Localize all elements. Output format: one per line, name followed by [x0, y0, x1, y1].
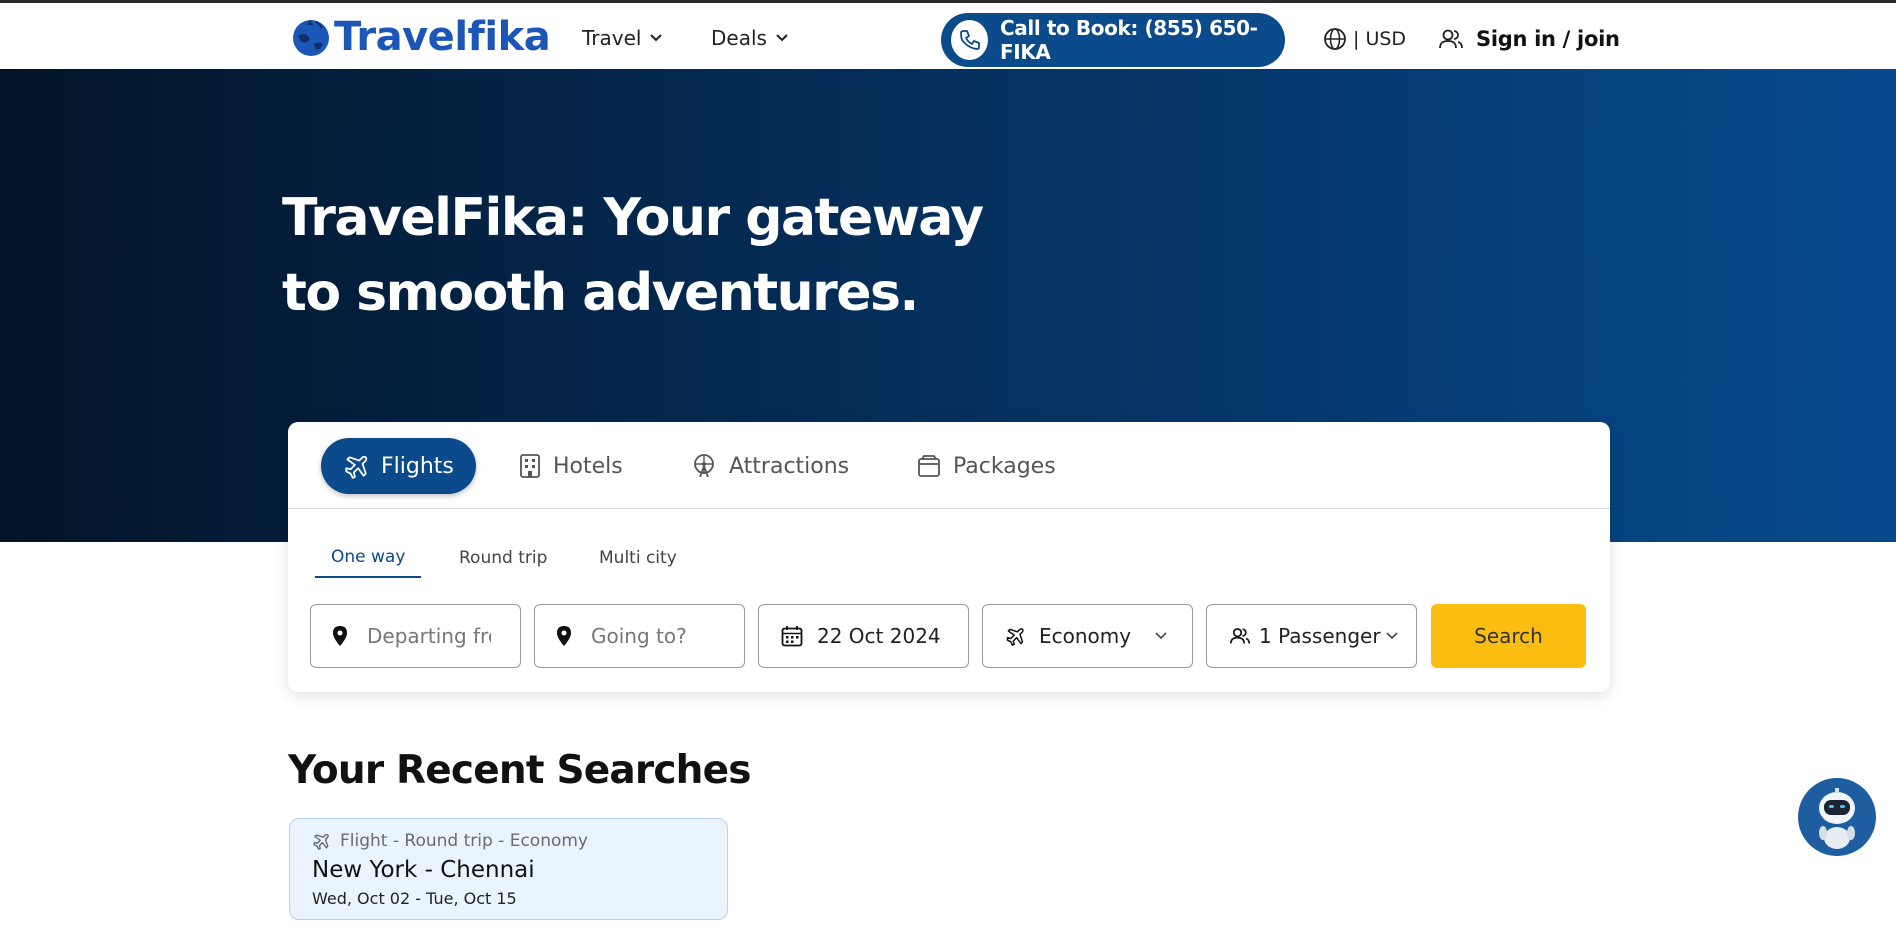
- tab-packages[interactable]: Packages: [917, 438, 1056, 494]
- globe-icon: [1324, 28, 1346, 50]
- recent-searches-title: Your Recent Searches: [288, 748, 752, 793]
- tab-attractions[interactable]: Attractions: [691, 438, 849, 494]
- date-value: 22 Oct 2024: [817, 624, 941, 648]
- building-icon: [520, 454, 540, 478]
- nav-deals-menu[interactable]: Deals: [711, 23, 789, 53]
- nav-travel-label: Travel: [582, 26, 642, 50]
- departing-from-placeholder: Departing from: [367, 624, 491, 648]
- departing-from-input[interactable]: Departing from: [310, 604, 521, 668]
- recent-search-type-label: Flight - Round trip - Economy: [340, 831, 588, 851]
- globe-logo-icon: [293, 20, 329, 56]
- trip-type-one-way[interactable]: One way: [315, 538, 422, 578]
- chevron-down-icon: [1385, 632, 1398, 640]
- sign-in-button[interactable]: Sign in / join: [1438, 25, 1620, 53]
- location-pin-icon: [333, 626, 347, 646]
- chevron-down-icon: [650, 34, 663, 42]
- passengers-value: 1 Passenger: [1259, 624, 1381, 648]
- airplane-icon: [1006, 628, 1024, 646]
- tabs-divider: [288, 508, 1610, 509]
- hero-title-line-2: to smooth adventures.: [282, 263, 919, 323]
- users-icon: [1230, 628, 1250, 644]
- cabin-class-select[interactable]: Economy: [982, 604, 1193, 668]
- trip-type-multi-city[interactable]: Multi city: [599, 538, 677, 578]
- going-to-placeholder: Going to?: [591, 624, 687, 648]
- airplane-icon: [345, 455, 368, 479]
- nav-travel-menu[interactable]: Travel: [582, 23, 663, 53]
- recent-search-card[interactable]: Flight - Round trip - Economy New York -…: [289, 818, 728, 920]
- passengers-select[interactable]: 1 Passenger: [1206, 604, 1417, 668]
- currency-selector[interactable]: | USD: [1323, 25, 1406, 53]
- sign-in-label: Sign in / join: [1476, 27, 1620, 51]
- recent-search-dates: Wed, Oct 02 - Tue, Oct 15: [312, 889, 517, 908]
- location-pin-icon: [557, 626, 571, 646]
- tab-flights[interactable]: Flights: [321, 438, 476, 494]
- chevron-down-icon: [1155, 632, 1167, 640]
- tab-flights-label: Flights: [381, 453, 454, 479]
- date-picker[interactable]: 22 Oct 2024: [758, 604, 969, 668]
- call-to-book-button[interactable]: Call to Book: (855) 650-FIKA: [941, 13, 1285, 67]
- airplane-icon: [313, 833, 329, 850]
- users-icon: [1439, 29, 1463, 49]
- package-icon: [918, 455, 940, 477]
- trip-type-round-trip[interactable]: Round trip: [459, 538, 547, 578]
- top-navbar: Travelfika Travel Deals Call to Book: (8…: [0, 3, 1896, 69]
- hero-title: TravelFika: Your gateway to smooth adven…: [282, 181, 1042, 331]
- tab-packages-label: Packages: [953, 453, 1056, 479]
- logo-text: Travelfika: [334, 14, 551, 60]
- calendar-icon: [781, 626, 803, 647]
- cabin-class-value: Economy: [1039, 624, 1132, 648]
- hero-title-line-1: TravelFika: Your gateway: [282, 188, 984, 248]
- tab-hotels-label: Hotels: [553, 453, 623, 479]
- ferris-wheel-icon: [694, 454, 714, 478]
- tab-attractions-label: Attractions: [729, 453, 850, 479]
- search-widget: Flights Hotels Attractions Packages One …: [288, 422, 1610, 692]
- recent-search-route: New York - Chennai: [312, 857, 535, 883]
- tab-hotels[interactable]: Hotels: [519, 438, 623, 494]
- nav-deals-label: Deals: [711, 26, 767, 50]
- phone-icon: [951, 20, 989, 60]
- search-button[interactable]: Search: [1431, 604, 1586, 668]
- going-to-input[interactable]: Going to?: [534, 604, 745, 668]
- logo[interactable]: Travelfika: [290, 13, 551, 61]
- recent-search-type: Flight - Round trip - Economy: [312, 831, 588, 851]
- chevron-down-icon: [776, 34, 788, 42]
- call-to-book-label: Call to Book: (855) 650-FIKA: [1000, 16, 1258, 64]
- robot-icon: [1819, 788, 1855, 849]
- chatbot-button[interactable]: [1798, 778, 1876, 856]
- currency-label: | USD: [1353, 28, 1407, 50]
